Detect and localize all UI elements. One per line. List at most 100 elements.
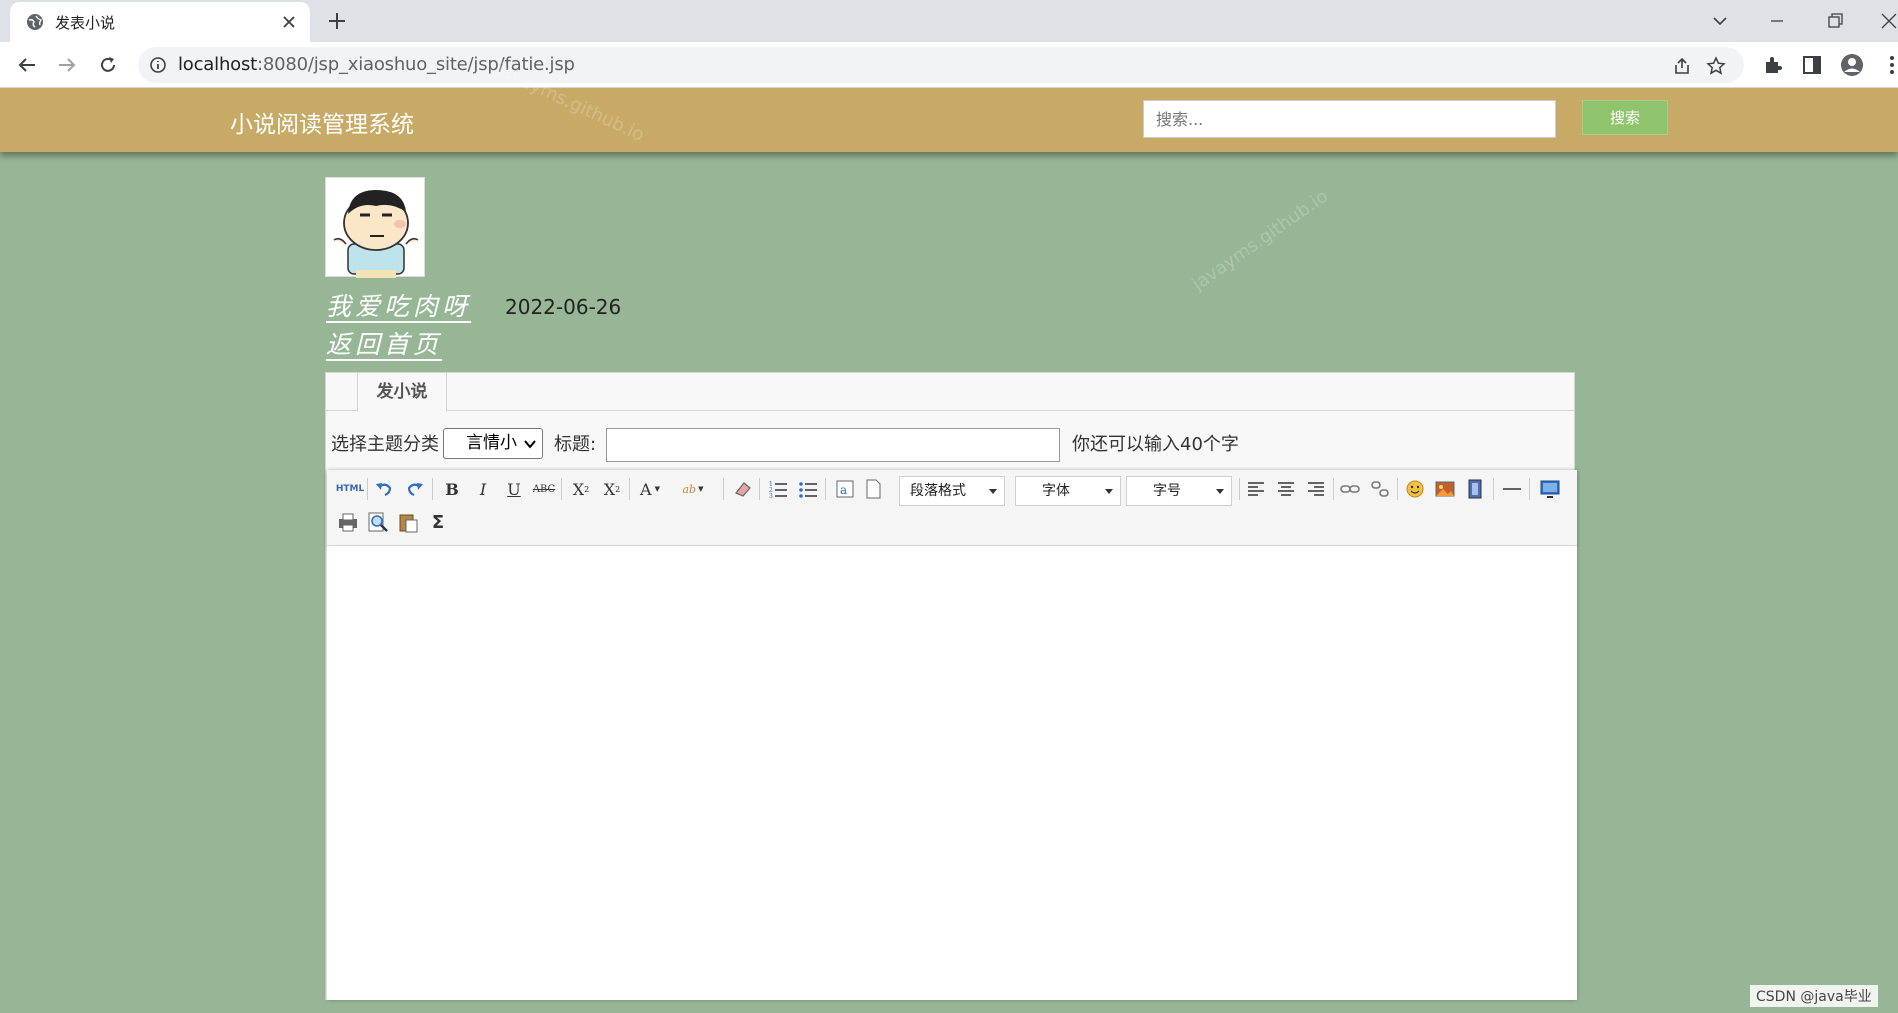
- bold-icon[interactable]: B: [441, 478, 463, 500]
- title-input[interactable]: [606, 428, 1060, 462]
- share-icon[interactable]: [1672, 56, 1692, 76]
- align-center-icon[interactable]: [1275, 478, 1297, 500]
- panel-tabs: 发小说: [326, 373, 1574, 412]
- novel-meta-row: 选择主题分类 言情小 标题: 你还可以输入40个字: [326, 411, 1574, 469]
- globe-icon: [27, 14, 43, 30]
- csdn-badge: CSDN @java毕业: [1750, 985, 1878, 1007]
- toolbar-divider: [1529, 478, 1530, 500]
- address-bar[interactable]: localhost:8080/jsp_xiaoshuo_site/jsp/fat…: [138, 47, 1744, 83]
- browser-tab[interactable]: 发表小说: [10, 2, 310, 42]
- char-count-hint: 你还可以输入40个字: [1072, 434, 1239, 455]
- print-icon[interactable]: [337, 511, 359, 533]
- highlight-color-icon[interactable]: ab ▼: [682, 478, 704, 500]
- post-novel-panel: 发小说 选择主题分类 言情小 标题: 你还可以输入40个字 HTML B I U…: [325, 372, 1577, 1000]
- eraser-icon[interactable]: [732, 478, 754, 500]
- url-text: localhost:8080/jsp_xiaoshuo_site/jsp/fat…: [178, 54, 575, 75]
- search-button[interactable]: 搜索: [1582, 100, 1668, 135]
- toolbar-divider: [825, 478, 826, 500]
- subscript-icon[interactable]: X2: [601, 478, 623, 500]
- minimize-icon[interactable]: [1764, 8, 1790, 34]
- tab-search-icon[interactable]: [1707, 8, 1733, 34]
- paragraph-format-label: 段落格式: [910, 483, 966, 499]
- editor-content-area[interactable]: [327, 546, 1577, 1000]
- underline-icon[interactable]: U: [503, 478, 525, 500]
- editor-toolbar: HTML B I U ABC X2 X2 A ▼ ab ▼ 123 a 段落格式 字…: [327, 470, 1577, 546]
- menu-icon[interactable]: [1880, 53, 1898, 77]
- extensions-icon[interactable]: [1761, 53, 1785, 77]
- preview-icon[interactable]: [367, 511, 389, 533]
- watermark-text: javayms.github.io: [1188, 185, 1332, 296]
- font-color-icon[interactable]: A ▼: [639, 478, 661, 500]
- reload-icon[interactable]: [96, 53, 120, 77]
- browser-tabstrip: 发表小说: [0, 0, 1898, 42]
- new-tab-icon[interactable]: [326, 10, 348, 32]
- toolbar-divider: [759, 478, 760, 500]
- avatar: [325, 177, 425, 278]
- toolbar-divider: [432, 478, 433, 500]
- search-input[interactable]: [1143, 100, 1556, 138]
- align-left-icon[interactable]: [1245, 478, 1267, 500]
- chevron-down-icon: [1216, 489, 1224, 494]
- url-path: :8080/jsp_xiaoshuo_site/jsp/fatie.jsp: [257, 54, 575, 75]
- toolbar-divider: [1333, 478, 1334, 500]
- undo-icon[interactable]: [373, 478, 395, 500]
- post-date: 2022-06-26: [505, 295, 622, 319]
- emoticon-icon[interactable]: [1404, 478, 1426, 500]
- italic-icon[interactable]: I: [472, 478, 494, 500]
- font-size-combo[interactable]: 字号: [1126, 476, 1232, 506]
- align-right-icon[interactable]: [1305, 478, 1327, 500]
- close-window-icon[interactable]: [1876, 8, 1898, 34]
- theme-label: 选择主题分类: [331, 434, 439, 455]
- bookmark-star-icon[interactable]: [1706, 56, 1726, 76]
- site-title[interactable]: 小说阅读管理系统: [230, 105, 414, 139]
- site-header: 小说阅读管理系统 搜索: [0, 88, 1898, 152]
- side-panel-icon[interactable]: [1800, 53, 1824, 77]
- html-source-button[interactable]: HTML: [336, 478, 364, 500]
- tab-title: 发表小说: [55, 14, 116, 32]
- ordered-list-icon[interactable]: 123: [767, 478, 789, 500]
- superscript-icon[interactable]: X2: [570, 478, 592, 500]
- svg-text:a: a: [840, 483, 847, 497]
- chevron-down-icon: [524, 440, 536, 449]
- unlink-icon[interactable]: [1369, 478, 1391, 500]
- back-home-link[interactable]: 返回首页: [326, 325, 442, 361]
- insert-image-icon[interactable]: [1434, 478, 1456, 500]
- redo-icon[interactable]: [404, 478, 426, 500]
- font-family-label: 字体: [1042, 483, 1070, 499]
- toolbar-divider: [723, 478, 724, 500]
- strikethrough-icon[interactable]: ABC: [533, 478, 555, 500]
- chevron-down-icon: [989, 489, 997, 494]
- profile-icon[interactable]: [1840, 53, 1864, 77]
- close-tab-icon[interactable]: [280, 13, 298, 31]
- paragraph-format-combo[interactable]: 段落格式: [899, 476, 1005, 506]
- anchor-text-icon[interactable]: a: [834, 478, 856, 500]
- username-link[interactable]: 我爱吃肉呀: [326, 287, 471, 323]
- theme-selected-value: 言情小: [466, 433, 517, 453]
- sigma-icon[interactable]: Σ: [427, 511, 449, 533]
- font-size-label: 字号: [1153, 483, 1181, 499]
- font-family-combo[interactable]: 字体: [1015, 476, 1121, 506]
- unordered-list-icon[interactable]: [797, 478, 819, 500]
- title-label: 标题:: [554, 434, 597, 455]
- toolbar-divider: [1239, 478, 1240, 500]
- new-page-icon[interactable]: [862, 478, 884, 500]
- insert-video-icon[interactable]: [1464, 478, 1486, 500]
- toolbar-divider: [1397, 478, 1398, 500]
- toolbar-divider: [367, 478, 368, 500]
- tab-post-novel[interactable]: 发小说: [357, 373, 447, 412]
- site-info-icon[interactable]: [149, 56, 167, 74]
- paste-icon[interactable]: [397, 511, 419, 533]
- chevron-down-icon: [1105, 489, 1113, 494]
- link-icon[interactable]: [1339, 478, 1361, 500]
- forward-icon[interactable]: [55, 53, 79, 77]
- fullscreen-icon[interactable]: [1539, 478, 1561, 500]
- rich-text-editor: HTML B I U ABC X2 X2 A ▼ ab ▼ 123 a 段落格式 字…: [327, 470, 1577, 1000]
- toolbar-divider: [561, 478, 562, 500]
- horizontal-rule-icon[interactable]: [1501, 478, 1523, 500]
- toolbar-divider: [629, 478, 630, 500]
- restore-icon[interactable]: [1822, 8, 1848, 34]
- avatar-cartoon-image: [333, 190, 419, 278]
- theme-select[interactable]: 言情小: [443, 428, 543, 459]
- back-icon[interactable]: [15, 53, 39, 77]
- url-host: localhost: [178, 54, 257, 75]
